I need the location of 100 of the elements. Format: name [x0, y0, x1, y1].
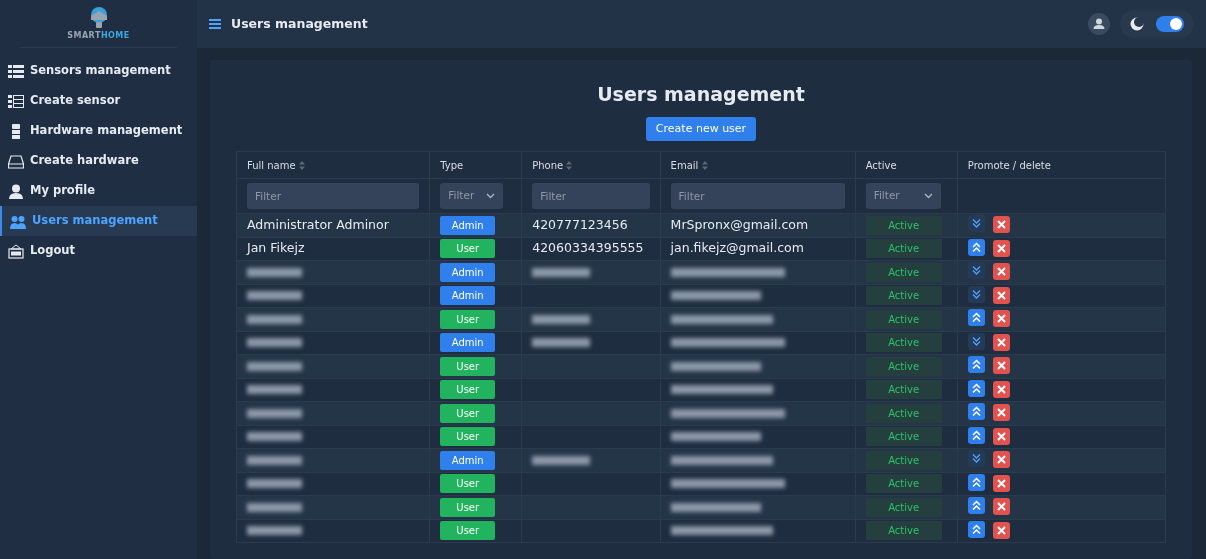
page-title: Users management [231, 14, 368, 33]
delete-button[interactable] [992, 404, 1010, 422]
delete-button[interactable] [992, 263, 1010, 281]
sidebar-item[interactable]: Users management [0, 206, 197, 236]
promote-button[interactable] [967, 520, 985, 538]
sort-icon [298, 161, 305, 170]
chevrons-down-icon [970, 265, 982, 277]
status-badge: Active [865, 474, 942, 494]
sidebar-item[interactable]: Create sensor [0, 86, 197, 116]
email-address: jan.fikejz@gmail.com [670, 240, 804, 256]
type-badge: User [440, 521, 496, 541]
filter-field[interactable]: Filter [670, 183, 845, 209]
chevrons-down-icon [970, 453, 982, 465]
close-icon [996, 314, 1006, 324]
status-badge: Active [865, 239, 942, 259]
delete-button[interactable] [992, 216, 1010, 234]
promote-button[interactable] [967, 356, 985, 374]
type-badge: Admin [440, 450, 496, 470]
drive-icon [8, 153, 24, 169]
full-name: Jan Fikejz [247, 240, 305, 256]
list-icon [8, 63, 24, 79]
create-user-button[interactable]: Create new user [645, 116, 757, 141]
chevrons-up-icon [970, 406, 982, 418]
filter-dropdown[interactable]: Filter [865, 183, 941, 209]
close-icon [996, 337, 1006, 347]
delete-button[interactable] [992, 357, 1010, 375]
status-badge: Active [865, 333, 942, 353]
demote-button[interactable] [967, 262, 985, 280]
delete-button[interactable] [992, 521, 1010, 539]
demote-button[interactable] [967, 215, 985, 233]
status-badge: Active [865, 380, 942, 400]
close-icon [996, 431, 1006, 441]
promote-button[interactable] [967, 379, 985, 397]
delete-button[interactable] [992, 427, 1010, 445]
delete-button[interactable] [992, 380, 1010, 398]
delete-button[interactable] [992, 286, 1010, 304]
sort-icon [701, 161, 708, 170]
delete-button[interactable] [992, 451, 1010, 469]
column-header[interactable]: Phone [532, 159, 573, 171]
chevrons-up-icon [970, 500, 982, 512]
status-badge: Active [865, 521, 942, 541]
column-header[interactable]: Email [670, 159, 708, 171]
theme-toggle[interactable] [1156, 16, 1184, 32]
close-icon [996, 220, 1006, 230]
delete-button[interactable] [992, 310, 1010, 328]
delete-button[interactable] [992, 498, 1010, 516]
demote-button[interactable] [967, 285, 985, 303]
chevrons-up-icon [970, 476, 982, 488]
sidebar-item[interactable]: Sensors management [0, 56, 197, 86]
chevrons-down-icon [970, 218, 982, 230]
status-badge: Active [865, 497, 942, 517]
close-icon [996, 408, 1006, 418]
sidebar-item[interactable]: Logout [0, 236, 197, 266]
chevron-down-icon [923, 193, 933, 199]
sidebar-item[interactable]: Create hardware [0, 146, 197, 176]
chevrons-down-icon [970, 288, 982, 300]
menu-button[interactable] [209, 19, 221, 29]
type-badge: User [440, 380, 496, 400]
filter-field[interactable]: Filter [247, 183, 420, 209]
menu-icon [209, 19, 221, 29]
chevrons-up-icon [970, 429, 982, 441]
promote-button[interactable] [967, 473, 985, 491]
logo-text: SMARTHOME [67, 29, 130, 42]
list-icon [8, 93, 24, 109]
close-icon [996, 384, 1006, 394]
close-icon [996, 267, 1006, 277]
promote-button[interactable] [967, 403, 985, 421]
type-badge: Admin [440, 286, 496, 306]
chevrons-up-icon [970, 523, 982, 535]
filter-field[interactable]: Filter [532, 183, 650, 209]
sidebar-item[interactable]: My profile [0, 176, 197, 206]
close-icon [996, 243, 1006, 253]
promote-button[interactable] [967, 309, 985, 327]
column-header: Promote / delete [967, 159, 1051, 171]
heading: Users management [596, 82, 806, 107]
column-header[interactable]: Full name [247, 159, 305, 171]
promote-button[interactable] [967, 238, 985, 256]
avatar-icon[interactable] [1088, 13, 1110, 35]
moon-icon [1130, 17, 1144, 31]
status-badge: Active [865, 403, 942, 423]
type-badge: User [440, 427, 496, 447]
delete-button[interactable] [992, 333, 1010, 351]
delete-button[interactable] [992, 239, 1010, 257]
type-badge: User [440, 356, 496, 376]
chevrons-up-icon [970, 241, 982, 253]
type-badge: User [440, 309, 496, 329]
phone-number: 42060334395555 [521, 237, 661, 261]
promote-button[interactable] [967, 426, 985, 444]
chevron-down-icon [486, 193, 496, 199]
type-badge: User [440, 474, 496, 494]
filter-dropdown[interactable]: Filter [440, 183, 504, 209]
type-badge: Admin [440, 333, 496, 353]
demote-button[interactable] [967, 332, 985, 350]
delete-button[interactable] [992, 474, 1010, 492]
promote-button[interactable] [967, 497, 985, 515]
demote-button[interactable] [967, 450, 985, 468]
status-badge: Active [865, 356, 942, 376]
chevrons-up-icon [970, 312, 982, 324]
sidebar-item[interactable]: Hardware management [0, 116, 197, 146]
status-badge: Active [865, 427, 942, 447]
